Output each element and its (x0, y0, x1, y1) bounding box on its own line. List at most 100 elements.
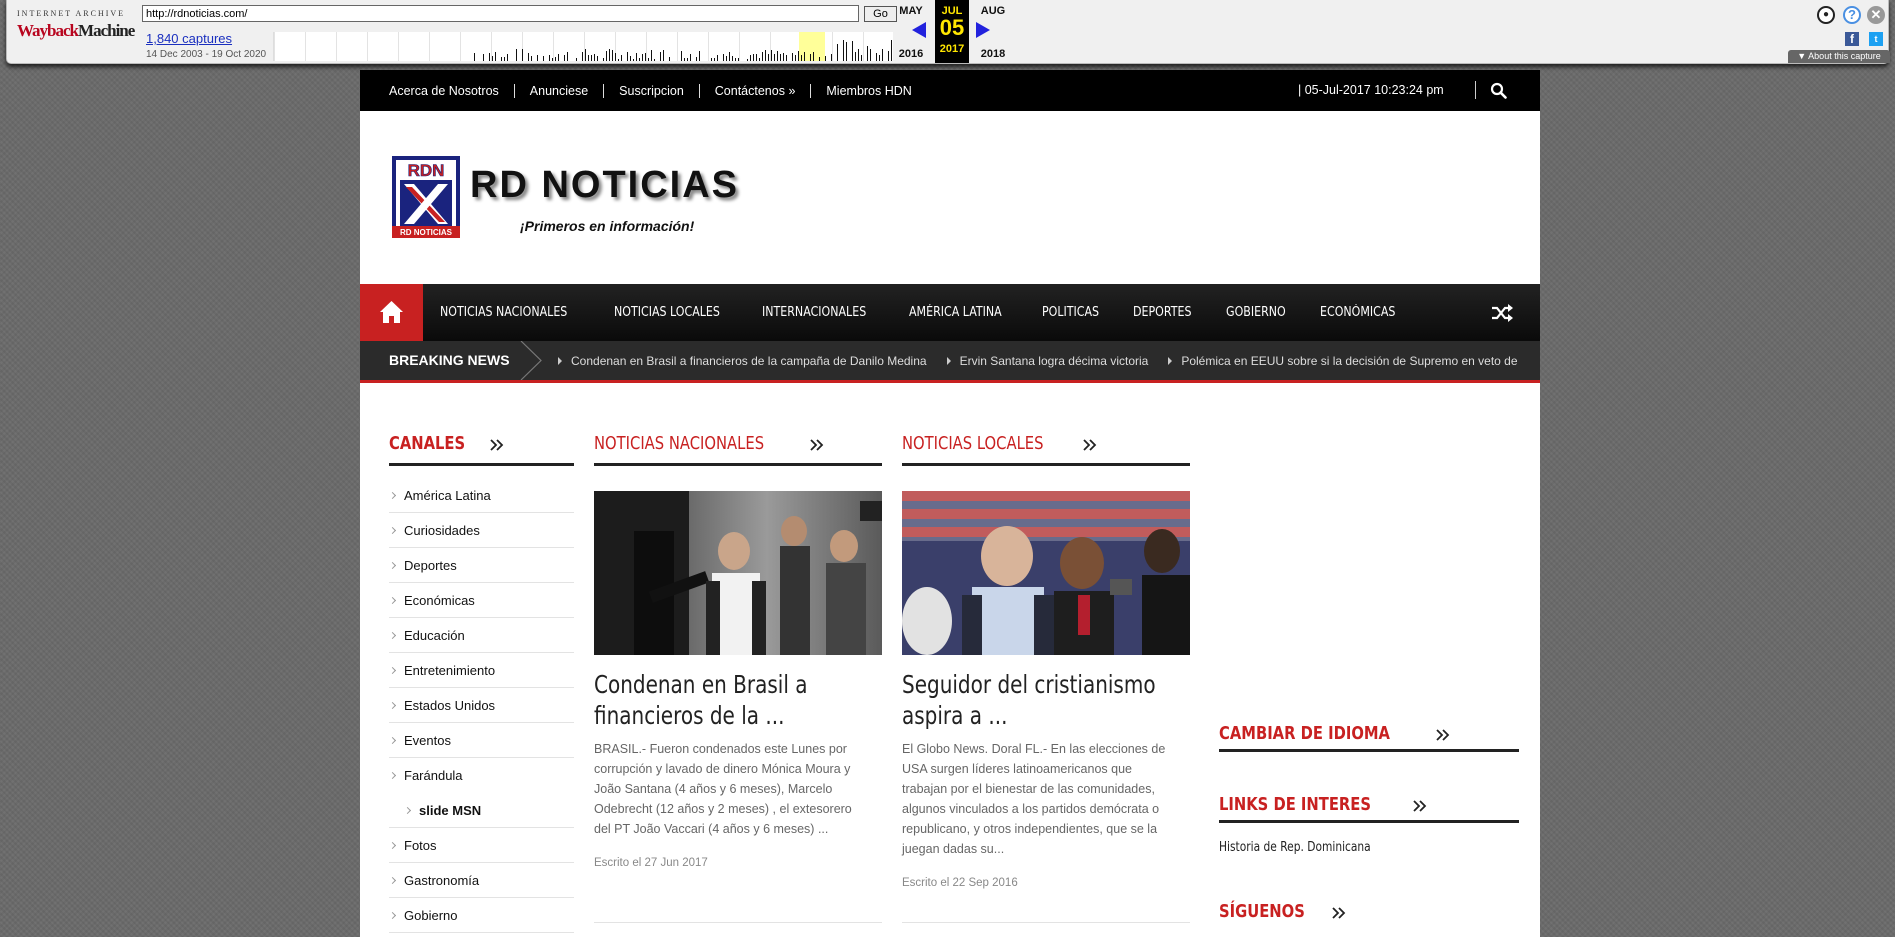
breaking-item[interactable]: Polémica en EEUU sobre si la decisión de… (1168, 354, 1517, 368)
canal-item[interactable]: Eventos (389, 723, 574, 758)
locales-title[interactable]: NOTICIAS LOCALES (902, 433, 1043, 454)
sparkline-year-divider (274, 32, 275, 61)
breaking-item[interactable]: Ervin Santana logra décima victoria (947, 354, 1149, 368)
sparkline-bar (618, 59, 619, 61)
sparkline-bar (582, 52, 583, 61)
top-link-anunciese[interactable]: Anunciese (513, 83, 603, 98)
nav-politicas[interactable]: POLITICAS (1025, 305, 1116, 320)
sparkline-bar (756, 54, 757, 61)
wayback-url-input[interactable] (142, 5, 859, 22)
sparkline-bar (870, 49, 871, 61)
sparkline-year-divider (646, 32, 647, 61)
sparkline-bar (552, 58, 553, 61)
canal-item[interactable]: Estados Unidos (389, 688, 574, 723)
site-logo[interactable]: RDN RD NOTICIAS RD NOTICIAS ¡Primeros en… (390, 154, 737, 249)
breaking-item[interactable]: Condenan en Brasil a financieros de la c… (558, 354, 927, 368)
sparkline-bar (795, 55, 796, 61)
photo-politicians-image (902, 491, 1190, 655)
wayback-current-year: 2017 (939, 43, 965, 55)
canal-subitem[interactable]: slide MSN (389, 793, 574, 828)
shuffle-icon[interactable] (1491, 303, 1513, 323)
siguenos-block: SÍGUENOS (1219, 901, 1519, 927)
idioma-block: CAMBIAR DE IDIOMA (1219, 723, 1519, 752)
double-chevron-icon (810, 439, 824, 451)
home-button[interactable] (360, 284, 423, 341)
sparkline-bar (591, 55, 592, 61)
nav-deportes[interactable]: DEPORTES (1116, 305, 1208, 320)
sparkline-bar (852, 41, 853, 61)
article-title[interactable]: Seguidor del cristianismo aspira a ... (902, 669, 1190, 731)
wayback-prev-arrow-icon[interactable] (912, 22, 926, 38)
wayback-logo-main-2: Machine (78, 21, 135, 40)
sparkline-bar (735, 58, 736, 61)
site-page: Acerca de Nosotros Anunciese Suscripcion… (360, 70, 1540, 937)
canal-item[interactable]: Económicas (389, 583, 574, 618)
sparkline-year-divider (863, 32, 864, 61)
nav-economicas[interactable]: ECONÓMICAS (1303, 305, 1412, 320)
photo-crowd-image (594, 491, 882, 655)
nav-noticias-locales[interactable]: NOTICIAS LOCALES (597, 305, 737, 320)
canal-item[interactable]: Educación (389, 618, 574, 653)
nav-gobierno[interactable]: GOBIERNO (1209, 305, 1303, 320)
canal-item[interactable]: Farándula (389, 758, 574, 793)
logo-title: RD NOTICIAS (470, 164, 739, 206)
canal-item[interactable]: Entretenimiento (389, 653, 574, 688)
sparkline-bar (804, 52, 805, 61)
canal-item[interactable]: Deportes (389, 548, 574, 583)
wayback-help-icon[interactable]: ? (1843, 6, 1861, 24)
nacionales-title[interactable]: NOTICIAS NACIONALES (594, 433, 764, 454)
top-link-contactenos[interactable]: Contáctenos » (698, 83, 811, 98)
sparkline-bar (771, 50, 772, 61)
sparkline-bar (843, 40, 844, 61)
top-link-miembros[interactable]: Miembros HDN (810, 83, 926, 98)
wayback-next-arrow-icon[interactable] (976, 22, 990, 38)
link-historia[interactable]: Historia de Rep. Dominicana (1219, 840, 1465, 855)
nacionales-header: NOTICIAS NACIONALES (594, 433, 882, 463)
sparkline-bar (876, 53, 877, 61)
double-chevron-icon (1413, 800, 1427, 812)
article-thumbnail-cristianismo[interactable] (902, 491, 1190, 655)
sparkline-bar (630, 56, 631, 61)
home-icon (380, 301, 403, 323)
sparkline-bar (750, 55, 751, 61)
twitter-icon[interactable]: t (1869, 32, 1883, 46)
canal-item[interactable]: Curiosidades (389, 513, 574, 548)
canal-item[interactable]: América Latina (389, 478, 574, 513)
nav-america-latina[interactable]: AMÉRICA LATINA (892, 305, 1019, 320)
wayback-prev-year[interactable]: 2016 (891, 48, 931, 60)
search-icon[interactable] (1490, 82, 1507, 99)
wayback-logo[interactable]: INTERNET ARCHIVE WaybackMachine (17, 9, 135, 51)
sparkline-bar (648, 58, 649, 61)
canal-item[interactable]: Gastronomía (389, 863, 574, 898)
sparkline-bar (696, 57, 697, 61)
sparkline-year-divider (460, 32, 461, 61)
top-link-suscripcion[interactable]: Suscripcion (603, 83, 699, 98)
sparkline-bar (669, 57, 670, 61)
nav-internacionales[interactable]: INTERNACIONALES (745, 305, 883, 320)
sparkline-bar (837, 44, 838, 61)
sparkline-bar (759, 58, 760, 61)
double-chevron-icon (1436, 729, 1450, 741)
canal-item[interactable]: Fotos (389, 828, 574, 863)
nav-noticias-nacionales[interactable]: NOTICIAS NACIONALES (423, 305, 584, 320)
canal-item[interactable]: Gobierno (389, 898, 574, 933)
wayback-next-year[interactable]: 2018 (973, 48, 1013, 60)
wayback-about-capture-tab[interactable]: ▼ About this capture (1788, 50, 1890, 63)
links-block: LINKS DE INTERES Historia de Rep. Domini… (1219, 794, 1519, 855)
wayback-next-month[interactable]: AUG (973, 5, 1013, 17)
wayback-user-icon[interactable]: ● (1817, 6, 1835, 24)
wayback-close-icon[interactable]: ✕ (1867, 6, 1885, 24)
column-bottom-rule (902, 922, 1190, 923)
sparkline-bar (585, 49, 586, 61)
sparkline-bar (501, 57, 502, 61)
wayback-capture-sparkline[interactable] (273, 32, 893, 61)
article-date: Escrito el 22 Sep 2016 (902, 877, 1018, 889)
wayback-prev-month[interactable]: MAY (891, 5, 931, 17)
locales-rule (902, 463, 1190, 466)
article-title[interactable]: Condenan en Brasil a financieros de la .… (594, 669, 882, 731)
top-link-acerca[interactable]: Acerca de Nosotros (389, 84, 514, 98)
facebook-icon[interactable]: f (1845, 32, 1859, 46)
article-thumbnail-brasil[interactable] (594, 491, 882, 655)
wayback-captures-link[interactable]: 1,840 captures (146, 31, 232, 46)
breaking-news-ticker: Condenan en Brasil a financieros de la c… (558, 341, 1538, 380)
